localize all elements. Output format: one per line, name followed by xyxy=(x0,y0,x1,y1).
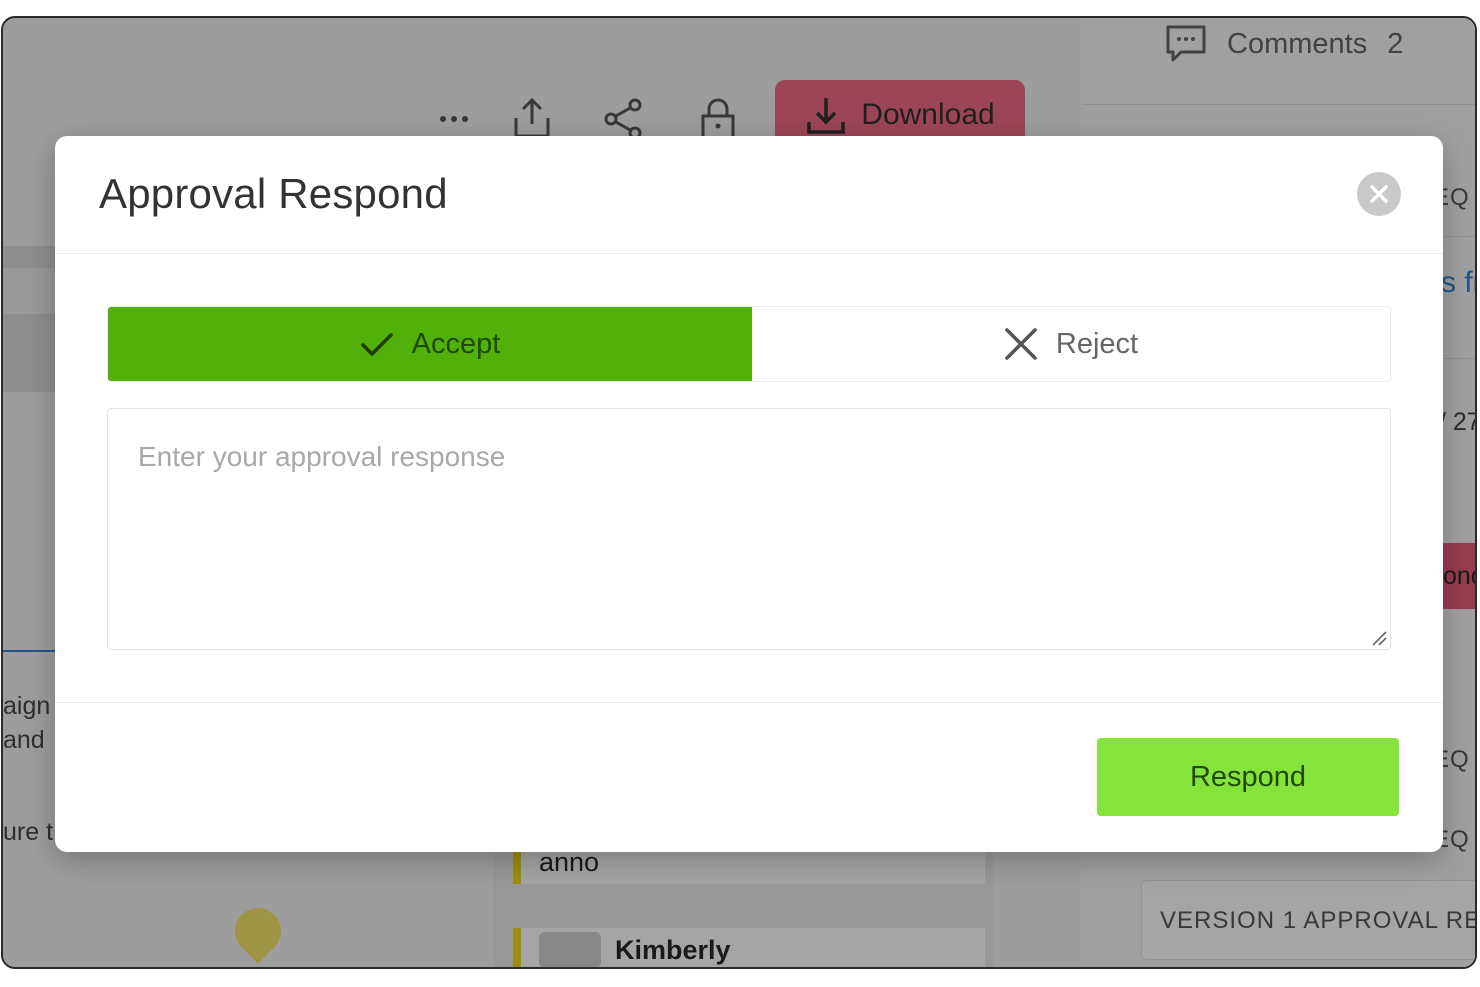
check-icon xyxy=(360,333,393,357)
response-field-wrapper xyxy=(107,408,1391,650)
accept-button[interactable]: Accept xyxy=(108,307,752,381)
app-window: Comments 2 EQ s fr / 27 ond EQ EQ VERSIO… xyxy=(1,16,1477,969)
respond-button[interactable]: Respond xyxy=(1097,738,1399,816)
resize-handle-icon[interactable] xyxy=(1369,628,1387,646)
x-icon xyxy=(1005,328,1037,360)
approval-choice-toggle: Accept Reject xyxy=(107,306,1391,382)
accept-label: Accept xyxy=(411,327,501,360)
respond-label: Respond xyxy=(1189,760,1307,793)
close-icon xyxy=(1370,185,1388,203)
approval-respond-dialog: Approval Respond Accept Reject Enter you… xyxy=(55,136,1443,852)
dialog-title: Approval Respond xyxy=(99,170,448,217)
reject-button[interactable]: Reject xyxy=(752,307,1390,381)
footer-divider xyxy=(55,702,1443,703)
dialog-header: Approval Respond xyxy=(55,136,1443,254)
close-button[interactable] xyxy=(1357,172,1401,216)
reject-label: Reject xyxy=(1055,327,1139,360)
approval-response-input[interactable] xyxy=(107,408,1391,650)
